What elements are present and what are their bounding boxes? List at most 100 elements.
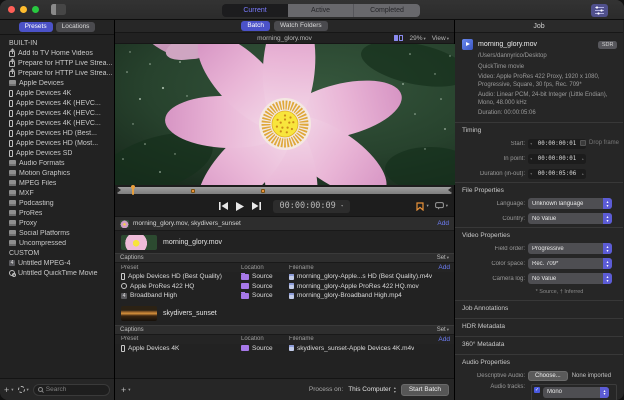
minimize-window-button[interactable] bbox=[20, 6, 27, 13]
job-annotations-title: Job Annotations bbox=[462, 304, 509, 312]
property-dropdown[interactable]: No Value ▴ ▾ bbox=[528, 273, 612, 284]
tab-watch-folders[interactable]: Watch Folders bbox=[273, 21, 328, 31]
tree-item[interactable]: Apple Devices 4K (HEVC... bbox=[0, 98, 114, 108]
tree-item[interactable]: Untitled QuickTime Movie bbox=[0, 268, 114, 278]
property-dropdown[interactable]: Rec. 709* ▴ ▾ bbox=[528, 258, 612, 269]
timecode-stepper-field[interactable]: ▾ 00:00:00:01 ▴ bbox=[528, 153, 586, 164]
preset-actions-button[interactable]: ▾ bbox=[17, 385, 29, 395]
timeline-marker[interactable] bbox=[190, 188, 195, 193]
speech-bubble-icon bbox=[434, 202, 444, 210]
tree-item[interactable]: Proxy bbox=[0, 218, 114, 228]
tree-item[interactable]: Motion Graphics bbox=[0, 168, 114, 178]
playhead[interactable] bbox=[131, 185, 136, 195]
tree-item[interactable]: Add to TV Home Videos bbox=[0, 48, 114, 58]
zoom-level-dropdown[interactable]: 29%▾ bbox=[409, 35, 425, 42]
play-button[interactable] bbox=[236, 201, 245, 211]
tree-item[interactable]: Apple Devices 4K (HEVC... bbox=[0, 108, 114, 118]
search-input[interactable]: Search bbox=[32, 383, 110, 396]
tree-item[interactable]: Prepare for HTTP Live Strea... bbox=[0, 68, 114, 78]
add-job-button[interactable]: + ▾ bbox=[121, 385, 131, 395]
property-dropdown[interactable]: No Value ▴ ▾ bbox=[528, 213, 612, 224]
zoom-window-button[interactable] bbox=[32, 6, 39, 13]
job-annotations-section[interactable]: Job Annotations bbox=[455, 299, 623, 318]
previous-frame-button[interactable] bbox=[219, 202, 229, 210]
file-properties-title: File Properties bbox=[462, 186, 504, 194]
tab-presets[interactable]: Presets bbox=[18, 22, 53, 32]
tree-item-label: MPEG Files bbox=[19, 179, 57, 187]
output-row[interactable]: Broadband High Source morn bbox=[115, 291, 454, 301]
tab-batch[interactable]: Batch bbox=[241, 21, 270, 31]
tree-item[interactable]: Uncompressed bbox=[0, 238, 114, 248]
hdr-metadata-section[interactable]: HDR Metadata bbox=[455, 317, 623, 336]
timing-value[interactable]: 00:00:00:01 bbox=[538, 141, 576, 147]
inspector-toggle-button[interactable] bbox=[591, 3, 608, 17]
tree-item[interactable]: Apple Devices 4K bbox=[0, 88, 114, 98]
search-placeholder: Search bbox=[45, 386, 67, 393]
add-output-link[interactable]: Add bbox=[438, 336, 450, 343]
timecode-field[interactable]: 00:00:00:09 ▾ bbox=[273, 199, 350, 213]
track-enabled-checkbox[interactable]: ✓ bbox=[534, 386, 540, 393]
tree-item[interactable]: CUSTOM bbox=[0, 248, 114, 258]
tree-item[interactable]: MXF bbox=[0, 188, 114, 198]
timeline-scrubber[interactable] bbox=[115, 185, 454, 196]
tree-item[interactable]: Apple Devices SD bbox=[0, 148, 114, 158]
add-preset-button[interactable]: + ▾ bbox=[4, 385, 14, 395]
tree-item[interactable]: Apple Devices HD (Best... bbox=[0, 128, 114, 138]
metadata-360-section[interactable]: 360° Metadata bbox=[455, 335, 623, 354]
increment-icon[interactable]: ▴ bbox=[582, 171, 584, 176]
tab-completed[interactable]: Completed bbox=[354, 3, 420, 17]
tree-item[interactable]: Apple Devices 4K (HEVC... bbox=[0, 118, 114, 128]
timeline-marker[interactable] bbox=[261, 188, 266, 193]
tab-current[interactable]: Current bbox=[222, 3, 288, 17]
timecode-stepper-field[interactable]: ▾ 00:00:05:06 ▴ bbox=[528, 168, 586, 179]
tree-item[interactable]: BUILT-IN bbox=[0, 38, 114, 48]
captions-menu-button[interactable]: ▾ bbox=[434, 202, 448, 210]
decrement-icon[interactable]: ▾ bbox=[530, 141, 532, 146]
tree-item[interactable]: Prepare for HTTP Live Strea... bbox=[0, 58, 114, 68]
captions-set-dropdown[interactable]: Set▾ bbox=[437, 255, 449, 261]
increment-icon[interactable]: ▴ bbox=[582, 156, 584, 161]
tree-item[interactable]: Apple Devices bbox=[0, 78, 114, 88]
output-row[interactable]: Apple Devices 4K Source skydivers_sunset… bbox=[115, 344, 454, 354]
choose-button[interactable]: Choose... bbox=[528, 370, 568, 381]
tab-locations[interactable]: Locations bbox=[55, 22, 96, 32]
tree-item[interactable]: Untitled MPEG-4 bbox=[0, 258, 114, 268]
decrement-icon[interactable]: ▾ bbox=[530, 171, 532, 176]
job-row[interactable]: skydivers_sunset bbox=[117, 304, 452, 324]
add-output-link[interactable]: Add bbox=[438, 264, 450, 271]
output-row[interactable]: Apple ProRes 422 HQ Source morning_glory… bbox=[115, 282, 454, 292]
tree-item[interactable]: Podcasting bbox=[0, 198, 114, 208]
sidebar-toggle-icon[interactable] bbox=[51, 4, 66, 15]
process-on-dropdown[interactable]: This Computer ▴ ▾ bbox=[348, 386, 396, 393]
add-output-link[interactable]: Add bbox=[437, 220, 449, 227]
compare-view-icon[interactable] bbox=[394, 35, 404, 41]
timing-value[interactable]: 00:00:00:01 bbox=[538, 156, 576, 162]
batch-summary-row[interactable]: morning_glory.mov, skydivers_sunset Add bbox=[115, 217, 454, 231]
marker-menu-button[interactable]: ▾ bbox=[416, 201, 429, 211]
start-batch-button[interactable]: Start Batch bbox=[400, 383, 449, 396]
property-dropdown[interactable]: Progressive ▴ ▾ bbox=[528, 243, 612, 254]
decrement-icon[interactable]: ▾ bbox=[530, 156, 532, 161]
drop-frame-checkbox[interactable] bbox=[579, 139, 586, 146]
tree-item[interactable]: Audio Formats bbox=[0, 158, 114, 168]
timing-value[interactable]: 00:00:05:06 bbox=[538, 171, 576, 177]
output-row[interactable]: Apple Devices HD (Best Quality) Source m… bbox=[115, 272, 454, 282]
property-dropdown[interactable]: Unknown language ▴ ▾ bbox=[528, 198, 612, 209]
tab-active[interactable]: Active bbox=[288, 3, 354, 17]
view-dropdown[interactable]: View▾ bbox=[432, 35, 449, 42]
close-window-button[interactable] bbox=[8, 6, 15, 13]
tree-item[interactable]: Social Platforms bbox=[0, 228, 114, 238]
tree-item[interactable]: ProRes bbox=[0, 208, 114, 218]
tree-item[interactable]: MPEG Files bbox=[0, 178, 114, 188]
preset-icon bbox=[9, 210, 16, 216]
track-layout-dropdown[interactable]: Mono ▴ ▾ bbox=[543, 386, 609, 398]
timecode-stepper-field[interactable]: ▾ 00:00:00:01 ▴ bbox=[528, 138, 586, 149]
captions-set-dropdown[interactable]: Set▾ bbox=[437, 327, 449, 333]
tree-item[interactable]: Apple Devices HD (Most... bbox=[0, 138, 114, 148]
scrubber-track[interactable] bbox=[117, 185, 452, 195]
job-row[interactable]: morning_glory.mov bbox=[117, 232, 452, 252]
next-frame-button[interactable] bbox=[252, 202, 262, 210]
batch-thumbnail-icon bbox=[120, 219, 129, 228]
captions-row: Captions Set▾ bbox=[115, 324, 454, 335]
video-preview[interactable] bbox=[115, 44, 455, 185]
